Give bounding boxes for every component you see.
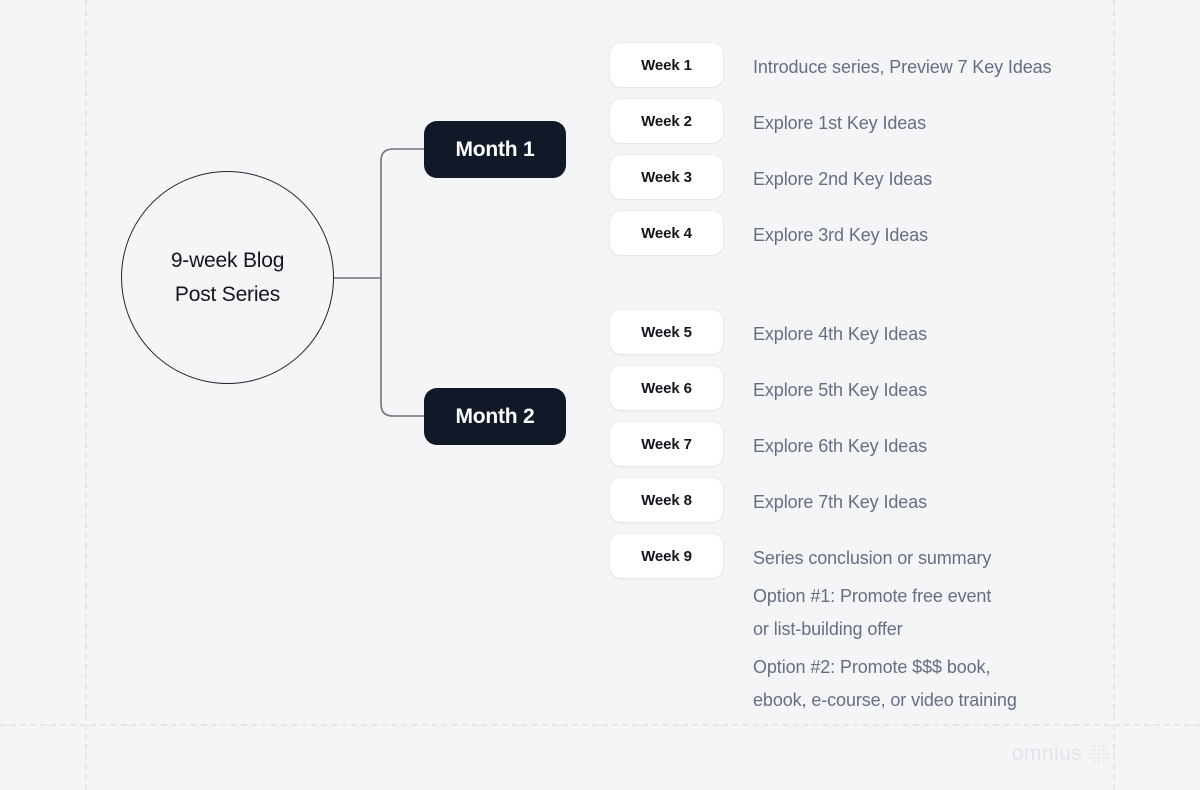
- month-node-1-label: Month 1: [455, 137, 535, 161]
- watermark: omnius: [1012, 742, 1111, 766]
- week-row: Week 1 Introduce series, Preview 7 Key Id…: [610, 43, 1052, 87]
- watermark-label: omnius: [1012, 742, 1083, 765]
- diagram-canvas: 9-week Blog Post Series Month 1 Month 2 …: [0, 0, 1200, 790]
- week-pill-4[interactable]: Week 4: [610, 211, 723, 255]
- month-node-1[interactable]: Month 1: [424, 121, 566, 178]
- week-pill-6[interactable]: Week 6: [610, 366, 723, 410]
- week-description-line: Explore 7th Key Ideas: [753, 492, 928, 512]
- week-pill-5[interactable]: Week 5: [610, 310, 723, 354]
- root-node-label: 9-week Blog Post Series: [170, 248, 285, 306]
- week-description-line: Explore 2nd Key Ideas: [753, 169, 933, 189]
- week-description-8: Explore 7th Key Ideas: [753, 478, 927, 519]
- week-row: Week 3 Explore 2nd Key Ideas: [610, 155, 932, 199]
- week-description-line: Explore 6th Key Ideas: [753, 436, 928, 456]
- week-description-line: Explore 5th Key Ideas: [753, 380, 928, 400]
- week-pill-3[interactable]: Week 3: [610, 155, 723, 199]
- week-row: Week 9 Series conclusion or summary Option…: [610, 534, 1017, 717]
- week-description-line: Explore 4th Key Ideas: [753, 324, 928, 344]
- root-node[interactable]: 9-week Blog Post Series: [121, 171, 334, 384]
- week-row: Week 8 Explore 7th Key Ideas: [610, 478, 927, 522]
- week-description-4: Explore 3rd Key Ideas: [753, 211, 928, 252]
- week-pill-8[interactable]: Week 8: [610, 478, 723, 522]
- week-description-9: Series conclusion or summary Option #1: P…: [753, 534, 1017, 717]
- week-row: Week 6 Explore 5th Key Ideas: [610, 366, 927, 410]
- week-pill-7[interactable]: Week 7: [610, 422, 723, 466]
- week-row: Week 4 Explore 3rd Key Ideas: [610, 211, 928, 255]
- week-pill-9[interactable]: Week 9: [610, 534, 723, 578]
- week-row: Week 2 Explore 1st Key Ideas: [610, 99, 926, 143]
- week-description-line: Introduce series, Preview 7 Key Ideas: [753, 57, 1052, 77]
- month-node-2[interactable]: Month 2: [424, 388, 566, 445]
- week-description-line: Series conclusion or summary: [753, 548, 992, 568]
- week-row: Week 7 Explore 6th Key Ideas: [610, 422, 927, 466]
- guide-line-bottom: [0, 724, 1200, 726]
- week-description-line: Explore 3rd Key Ideas: [753, 225, 928, 245]
- guide-line-left: [85, 0, 87, 790]
- week-row: Week 5 Explore 4th Key Ideas: [610, 310, 927, 354]
- guide-line-right: [1113, 0, 1115, 790]
- week-description-line: Option #2: Promote $$$ book, ebook, e-co…: [753, 657, 1017, 710]
- week-description-3: Explore 2nd Key Ideas: [753, 155, 932, 196]
- week-description-6: Explore 5th Key Ideas: [753, 366, 927, 407]
- week-description-5: Explore 4th Key Ideas: [753, 310, 927, 351]
- month-node-2-label: Month 2: [455, 404, 535, 428]
- connector-lines: [334, 148, 425, 417]
- week-description-1: Introduce series, Preview 7 Key Ideas: [753, 43, 1052, 84]
- week-pill-2[interactable]: Week 2: [610, 99, 723, 143]
- week-description-line: Option #1: Promote free event or list-bu…: [753, 586, 992, 639]
- week-description-7: Explore 6th Key Ideas: [753, 422, 927, 463]
- week-description-2: Explore 1st Key Ideas: [753, 99, 926, 140]
- dotted-sphere-icon: [1089, 744, 1110, 764]
- week-pill-1[interactable]: Week 1: [610, 43, 723, 87]
- week-description-line: Explore 1st Key Ideas: [753, 113, 926, 133]
